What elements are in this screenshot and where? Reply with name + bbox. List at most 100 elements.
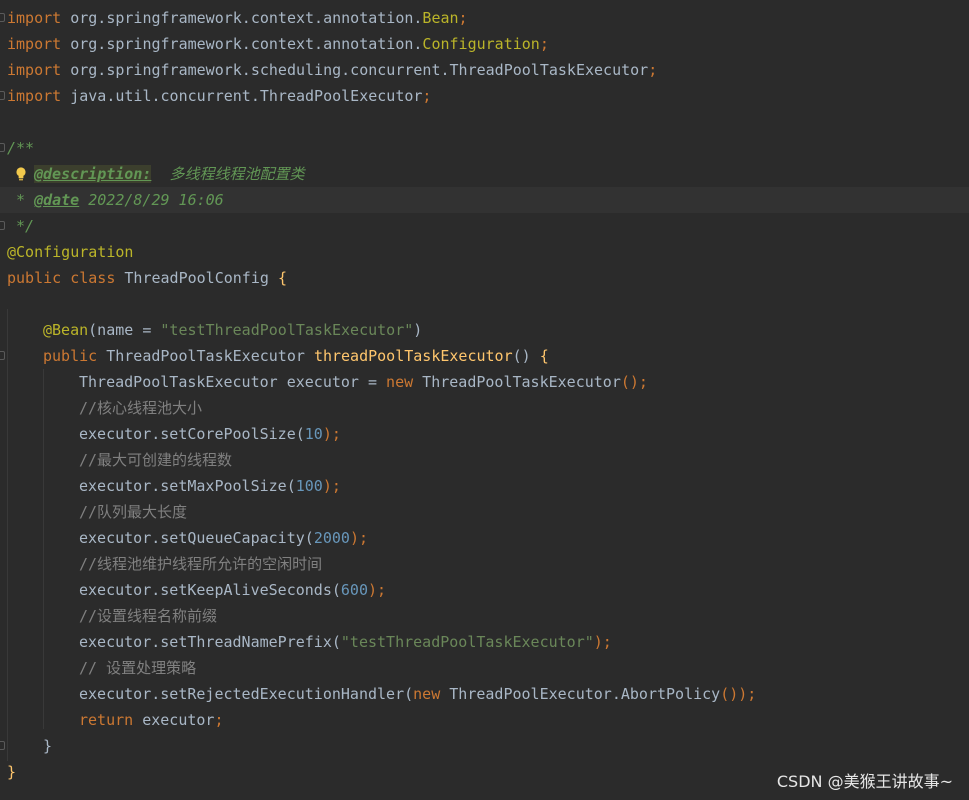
csdn-watermark: CSDN @美猴王讲故事~ bbox=[776, 772, 953, 791]
code-token: ThreadPoolExecutor.AbortPolicy bbox=[449, 685, 721, 703]
code-token: new bbox=[413, 685, 450, 703]
code-token: 600 bbox=[340, 581, 368, 599]
code-line[interactable]: //设置线程名称前缀 bbox=[0, 603, 969, 629]
code-text: //最大可创建的线程数 bbox=[79, 447, 232, 473]
code-line[interactable]: @Bean(name = "testThreadPoolTaskExecutor… bbox=[0, 317, 969, 343]
code-token: 10 bbox=[304, 425, 323, 443]
code-token: executor.setThreadNamePrefix( bbox=[79, 633, 341, 651]
code-line[interactable] bbox=[0, 109, 969, 135]
code-token: ThreadPoolTaskExecutor executor = bbox=[79, 373, 387, 391]
code-token: } bbox=[7, 763, 17, 781]
code-text: //队列最大长度 bbox=[79, 499, 187, 525]
code-line[interactable]: public ThreadPoolTaskExecutor threadPool… bbox=[0, 343, 969, 369]
code-token: import bbox=[7, 87, 62, 105]
code-line[interactable]: return executor; bbox=[0, 707, 969, 733]
code-line[interactable]: // 设置处理策略 bbox=[0, 655, 969, 681]
code-line[interactable]: } bbox=[0, 733, 969, 759]
code-token: @Bean bbox=[43, 321, 89, 339]
code-line[interactable]: import java.util.concurrent.ThreadPoolEx… bbox=[0, 83, 969, 109]
code-text: public ThreadPoolTaskExecutor threadPool… bbox=[43, 343, 549, 369]
code-token: //最大可创建的线程数 bbox=[79, 451, 233, 469]
code-text: @description: 多线程线程池配置类 bbox=[34, 161, 304, 187]
code-line[interactable]: //队列最大长度 bbox=[0, 499, 969, 525]
code-text: //设置线程名称前缀 bbox=[79, 603, 217, 629]
code-token: executor.setQueueCapacity( bbox=[79, 529, 314, 547]
code-text: import org.springframework.context.annot… bbox=[7, 31, 549, 57]
code-token: Bean bbox=[422, 9, 459, 27]
code-token: ; bbox=[422, 87, 432, 105]
code-text: executor.setThreadNamePrefix("testThread… bbox=[79, 629, 612, 655]
code-token: ThreadPoolTaskExecutor bbox=[422, 373, 621, 391]
code-token: @description: bbox=[34, 165, 152, 183]
code-text: } bbox=[7, 759, 16, 785]
code-text: import org.springframework.scheduling.co… bbox=[7, 57, 657, 83]
code-line[interactable]: executor.setQueueCapacity(2000); bbox=[0, 525, 969, 551]
fold-marker-icon[interactable] bbox=[0, 351, 5, 360]
code-token: public class bbox=[7, 269, 125, 287]
code-token: executor.setKeepAliveSeconds( bbox=[79, 581, 341, 599]
code-token: //核心线程池大小 bbox=[79, 399, 203, 417]
fold-marker-icon[interactable] bbox=[0, 143, 5, 152]
code-text: executor.setCorePoolSize(10); bbox=[79, 421, 341, 447]
code-token: ); bbox=[349, 529, 368, 547]
code-token: //设置线程名称前缀 bbox=[79, 607, 218, 625]
code-line[interactable]: //线程池维护线程所允许的空闲时间 bbox=[0, 551, 969, 577]
code-token: @date bbox=[34, 191, 80, 209]
indent-guide bbox=[7, 309, 8, 761]
code-token: ()); bbox=[720, 685, 757, 703]
code-line[interactable]: * @date 2022/8/29 16:06 bbox=[0, 187, 969, 213]
code-token: * bbox=[16, 191, 35, 209]
fold-marker-icon[interactable] bbox=[0, 13, 5, 22]
code-line[interactable]: executor.setMaxPoolSize(100); bbox=[0, 473, 969, 499]
code-line[interactable]: executor.setKeepAliveSeconds(600); bbox=[0, 577, 969, 603]
code-text: */ bbox=[16, 213, 34, 239]
code-token: return bbox=[79, 711, 143, 729]
code-line[interactable]: ThreadPoolTaskExecutor executor = new Th… bbox=[0, 369, 969, 395]
code-text: import org.springframework.context.annot… bbox=[7, 5, 468, 31]
code-text: @Bean(name = "testThreadPoolTaskExecutor… bbox=[43, 317, 422, 343]
code-token: // 设置处理策略 bbox=[79, 659, 197, 677]
code-line[interactable]: import org.springframework.scheduling.co… bbox=[0, 57, 969, 83]
code-line[interactable]: executor.setThreadNamePrefix("testThread… bbox=[0, 629, 969, 655]
code-token: (); bbox=[620, 373, 648, 391]
code-text: * @date 2022/8/29 16:06 bbox=[16, 187, 224, 213]
code-token: new bbox=[386, 373, 423, 391]
code-token: org.springframework.scheduling.concurren… bbox=[61, 61, 649, 79]
code-token: public bbox=[43, 347, 107, 365]
code-line[interactable]: import org.springframework.context.annot… bbox=[0, 31, 969, 57]
code-line[interactable]: @description: 多线程线程池配置类 bbox=[0, 161, 969, 187]
code-text: executor.setMaxPoolSize(100); bbox=[79, 473, 341, 499]
code-token: //线程池维护线程所允许的空闲时间 bbox=[79, 555, 323, 573]
code-token: executor.setMaxPoolSize( bbox=[79, 477, 296, 495]
code-line[interactable]: /** bbox=[0, 135, 969, 161]
fold-marker-icon[interactable] bbox=[0, 91, 5, 100]
code-token: } bbox=[43, 737, 53, 755]
code-line[interactable] bbox=[0, 291, 969, 317]
code-text: executor.setRejectedExecutionHandler(new… bbox=[79, 681, 756, 707]
indent-guide bbox=[43, 369, 44, 729]
code-token: (name = bbox=[88, 321, 161, 339]
code-line[interactable]: executor.setRejectedExecutionHandler(new… bbox=[0, 681, 969, 707]
code-token: import bbox=[7, 9, 62, 27]
code-token: ; bbox=[648, 61, 658, 79]
fold-marker-icon[interactable] bbox=[0, 741, 5, 750]
code-editor[interactable]: import org.springframework.context.annot… bbox=[0, 0, 969, 800]
code-line[interactable]: executor.setCorePoolSize(10); bbox=[0, 421, 969, 447]
code-text: import java.util.concurrent.ThreadPoolEx… bbox=[7, 83, 431, 109]
code-line[interactable]: //最大可创建的线程数 bbox=[0, 447, 969, 473]
code-token: executor bbox=[142, 711, 215, 729]
code-line[interactable]: import org.springframework.context.annot… bbox=[0, 5, 969, 31]
fold-marker-icon[interactable] bbox=[0, 221, 5, 230]
code-line[interactable]: //核心线程池大小 bbox=[0, 395, 969, 421]
code-text: executor.setQueueCapacity(2000); bbox=[79, 525, 368, 551]
lightbulb-icon[interactable] bbox=[14, 166, 28, 182]
code-line[interactable]: */ bbox=[0, 213, 969, 239]
code-token: 2022/8/29 16:06 bbox=[79, 191, 224, 209]
code-token: Configuration bbox=[422, 35, 540, 53]
code-token: executor.setCorePoolSize( bbox=[79, 425, 305, 443]
code-line[interactable]: public class ThreadPoolConfig { bbox=[0, 265, 969, 291]
code-token: ThreadPoolConfig bbox=[124, 269, 278, 287]
code-token: */ bbox=[16, 217, 35, 235]
code-token: import bbox=[7, 61, 62, 79]
code-line[interactable]: @Configuration bbox=[0, 239, 969, 265]
